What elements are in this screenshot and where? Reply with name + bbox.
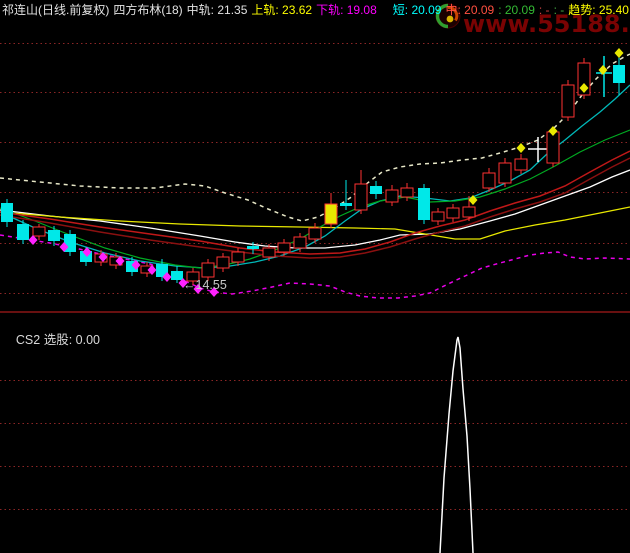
header-field-6: : -	[538, 3, 550, 17]
indicator-name: 四方布林(18)	[113, 3, 183, 17]
header-field-0: 中轨: 21.35	[186, 3, 248, 17]
subpanel-label: CS2 选股: 0.00	[2, 315, 100, 362]
header-field-3: 短: 20.09	[392, 3, 442, 17]
header-field-8: 趋势: 25.40	[568, 3, 629, 17]
price-chart[interactable]: ←14.55	[0, 0, 630, 553]
mid-ma-green	[0, 129, 630, 269]
header-field-7: : -	[553, 3, 565, 17]
low-price-annotation: ←14.55	[183, 278, 227, 292]
header-field-1: 上轨: 23.62	[251, 3, 313, 17]
gridlines-layer	[0, 43, 630, 510]
header-field-4: 中: 20.09	[445, 3, 495, 17]
stock-title: 祁连山(日线.前复权)	[2, 3, 110, 17]
upper-band	[0, 53, 630, 222]
cs2-selection-spike	[439, 336, 474, 553]
header-field-5: : 20.09	[498, 3, 535, 17]
indicator-header: 祁连山(日线.前复权) 四方布林(18) 中轨: 21.35 上轨: 23.62 下…	[2, 3, 630, 18]
header-field-2: 下轨: 19.08	[316, 3, 377, 17]
sub-panel-layer	[439, 336, 474, 553]
subpanel-label-text: CS2 选股: 0.00	[15, 333, 100, 347]
stock-chart-window: ←14.55 www.55188.com 祁连山(日线.前复权) 四方布林(18…	[0, 0, 630, 553]
markers-layer	[28, 48, 624, 297]
annotation-layer: ←14.55	[183, 278, 227, 292]
